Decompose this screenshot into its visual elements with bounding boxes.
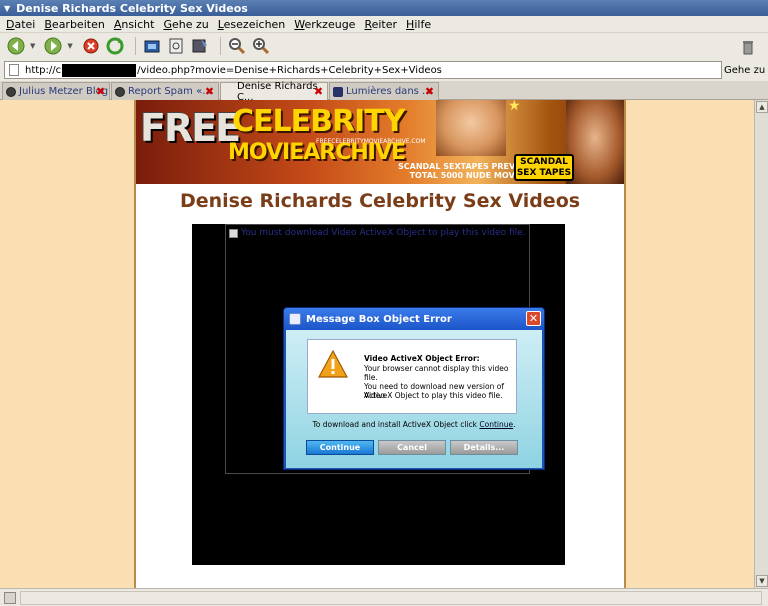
banner-site: FREECELEBRITYMOVIEARCHIVE.COM bbox=[316, 138, 426, 145]
scroll-up-icon[interactable]: ▲ bbox=[756, 101, 768, 113]
forward-icon[interactable] bbox=[43, 36, 63, 56]
site-icon bbox=[333, 86, 343, 97]
banner-celebrity: CELEBRITY bbox=[232, 104, 405, 139]
window-icon bbox=[289, 313, 301, 325]
menu-hilfe[interactable]: Hilfe bbox=[406, 18, 431, 31]
dialog-body: Video ActiveX Object Error: Your browser… bbox=[286, 330, 542, 468]
page-column: ★ FREE CELEBRITY MOVIEARCHIVE FREECELEBR… bbox=[134, 100, 626, 588]
go-button[interactable]: Gehe zu bbox=[724, 61, 765, 79]
site-banner[interactable]: ★ FREE CELEBRITY MOVIEARCHIVE FREECELEBR… bbox=[136, 100, 624, 184]
status-text bbox=[20, 591, 762, 605]
download-instruction: To download and install ActiveX Object c… bbox=[286, 420, 542, 429]
banner-tagline: SCANDAL SEXTAPES PREVIEW TOTAL 5000 NUDE… bbox=[398, 162, 532, 180]
url-prefix: http://c bbox=[25, 64, 62, 76]
window-menu-icon[interactable]: ▼ bbox=[4, 4, 10, 13]
video-frame: You must download Video ActiveX Object t… bbox=[225, 224, 545, 474]
continue-button[interactable]: Continue bbox=[306, 440, 374, 455]
tab-label: Lumières dans ... bbox=[346, 86, 432, 97]
window-title: Denise Richards Celebrity Sex Videos bbox=[16, 1, 248, 15]
page-heading: Denise Richards Celebrity Sex Videos bbox=[179, 190, 581, 212]
error-dialog: Message Box Object Error ✕ Video ActiveX… bbox=[283, 307, 545, 470]
plugin-notice-text: You must download Video ActiveX Object t… bbox=[241, 228, 526, 238]
url-input[interactable]: http://c /video.php?movie=Denise+Richard… bbox=[4, 61, 722, 79]
print-icon[interactable] bbox=[166, 36, 186, 56]
tab-lumieres[interactable]: Lumières dans ... ✖ bbox=[329, 82, 439, 100]
close-tab-icon[interactable]: ✖ bbox=[95, 86, 106, 97]
back-icon[interactable] bbox=[6, 36, 26, 56]
menu-gehe-zu[interactable]: Gehe zu bbox=[163, 18, 208, 31]
menu-werkzeuge[interactable]: Werkzeuge bbox=[294, 18, 355, 31]
tab-denise-richards[interactable]: Denise Richards C... ✖ bbox=[220, 81, 328, 103]
navigation-toolbar: ▼ ▼ bbox=[0, 33, 768, 59]
page-viewport: ★ FREE CELEBRITY MOVIEARCHIVE FREECELEBR… bbox=[0, 100, 754, 588]
banner-tagline-2: TOTAL 5000 NUDE MOVIES! bbox=[409, 171, 533, 180]
zoom-in-icon[interactable] bbox=[251, 36, 271, 56]
close-tab-icon[interactable]: ✖ bbox=[204, 86, 215, 97]
vertical-scrollbar[interactable]: ▲ ▼ bbox=[754, 100, 768, 588]
home-icon[interactable] bbox=[142, 36, 162, 56]
menu-reiter[interactable]: Reiter bbox=[364, 18, 397, 31]
url-suffix: /video.php?movie=Denise+Richards+Celebri… bbox=[137, 64, 442, 76]
close-icon[interactable]: ✕ bbox=[526, 311, 541, 326]
cancel-button[interactable]: Cancel bbox=[378, 440, 446, 455]
tab-bar: Julius Metzer Blog ✖ Report Spam «... ✖ … bbox=[0, 81, 768, 103]
menu-bearbeiten[interactable]: Bearbeiten bbox=[44, 18, 104, 31]
status-bar bbox=[0, 588, 768, 606]
toolbar-separator bbox=[219, 37, 221, 55]
error-title: Video ActiveX Object Error: bbox=[364, 354, 480, 363]
page-icon bbox=[9, 64, 19, 76]
redaction-bar bbox=[62, 63, 137, 77]
period: . bbox=[513, 420, 516, 429]
close-tab-icon[interactable]: ✖ bbox=[313, 86, 324, 97]
address-bar: http://c /video.php?movie=Denise+Richard… bbox=[0, 59, 768, 81]
banner-free: FREE bbox=[140, 106, 241, 150]
wordpress-icon bbox=[6, 86, 16, 97]
back-dropdown-icon[interactable]: ▼ bbox=[30, 42, 35, 50]
trash-icon[interactable] bbox=[738, 37, 758, 57]
banner-button-line-1: SCANDAL bbox=[520, 157, 568, 167]
menu-bar: Datei Bearbeiten Ansicht Gehe zu Lesezei… bbox=[0, 16, 768, 33]
tab-report-spam[interactable]: Report Spam «... ✖ bbox=[111, 82, 219, 100]
error-line: Your browser cannot display this video f… bbox=[364, 364, 509, 382]
scroll-down-icon[interactable]: ▼ bbox=[756, 575, 768, 587]
reload-icon[interactable] bbox=[105, 36, 125, 56]
bookmark-icon[interactable] bbox=[190, 36, 210, 56]
banner-photo bbox=[566, 100, 624, 184]
video-player[interactable]: You must download Video ActiveX Object t… bbox=[192, 224, 565, 565]
status-icon bbox=[4, 592, 16, 604]
error-line: ActiveX Object to play this video file. bbox=[364, 391, 503, 400]
dialog-title: Message Box Object Error bbox=[306, 313, 452, 325]
banner-photo bbox=[436, 100, 506, 156]
window-titlebar: ▼ Denise Richards Celebrity Sex Videos bbox=[0, 0, 768, 16]
banner-tagline-1: SCANDAL SEXTAPES PREVIEW bbox=[398, 162, 533, 171]
tab-julius-metzer-blog[interactable]: Julius Metzer Blog ✖ bbox=[2, 82, 110, 100]
blank-page-icon bbox=[224, 87, 234, 97]
tab-label: Report Spam «... bbox=[128, 86, 212, 97]
message-panel: Video ActiveX Object Error: Your browser… bbox=[307, 339, 517, 414]
warning-icon bbox=[318, 350, 348, 378]
zoom-out-icon[interactable] bbox=[227, 36, 247, 56]
menu-datei[interactable]: Datei bbox=[6, 18, 35, 31]
forward-dropdown-icon[interactable]: ▼ bbox=[67, 42, 72, 50]
close-tab-icon[interactable]: ✖ bbox=[424, 86, 435, 97]
dialog-titlebar: Message Box Object Error ✕ bbox=[284, 308, 544, 330]
scandal-sex-tapes-button[interactable]: SCANDAL SEX TAPES bbox=[514, 154, 574, 181]
menu-lesezeichen[interactable]: Lesezeichen bbox=[218, 18, 286, 31]
toolbar-separator bbox=[134, 37, 136, 55]
star-icon: ★ bbox=[508, 100, 521, 114]
continue-link[interactable]: Continue bbox=[479, 420, 513, 429]
missing-plugin-icon bbox=[229, 228, 238, 238]
details-button[interactable]: Details... bbox=[450, 440, 518, 455]
plugin-notice[interactable]: You must download Video ActiveX Object t… bbox=[229, 228, 526, 238]
download-text: To download and install ActiveX Object c… bbox=[312, 420, 478, 429]
banner-button-line-2: SEX TAPES bbox=[516, 168, 572, 178]
menu-ansicht[interactable]: Ansicht bbox=[114, 18, 155, 31]
wordpress-icon bbox=[115, 86, 125, 97]
stop-icon[interactable] bbox=[81, 36, 101, 56]
